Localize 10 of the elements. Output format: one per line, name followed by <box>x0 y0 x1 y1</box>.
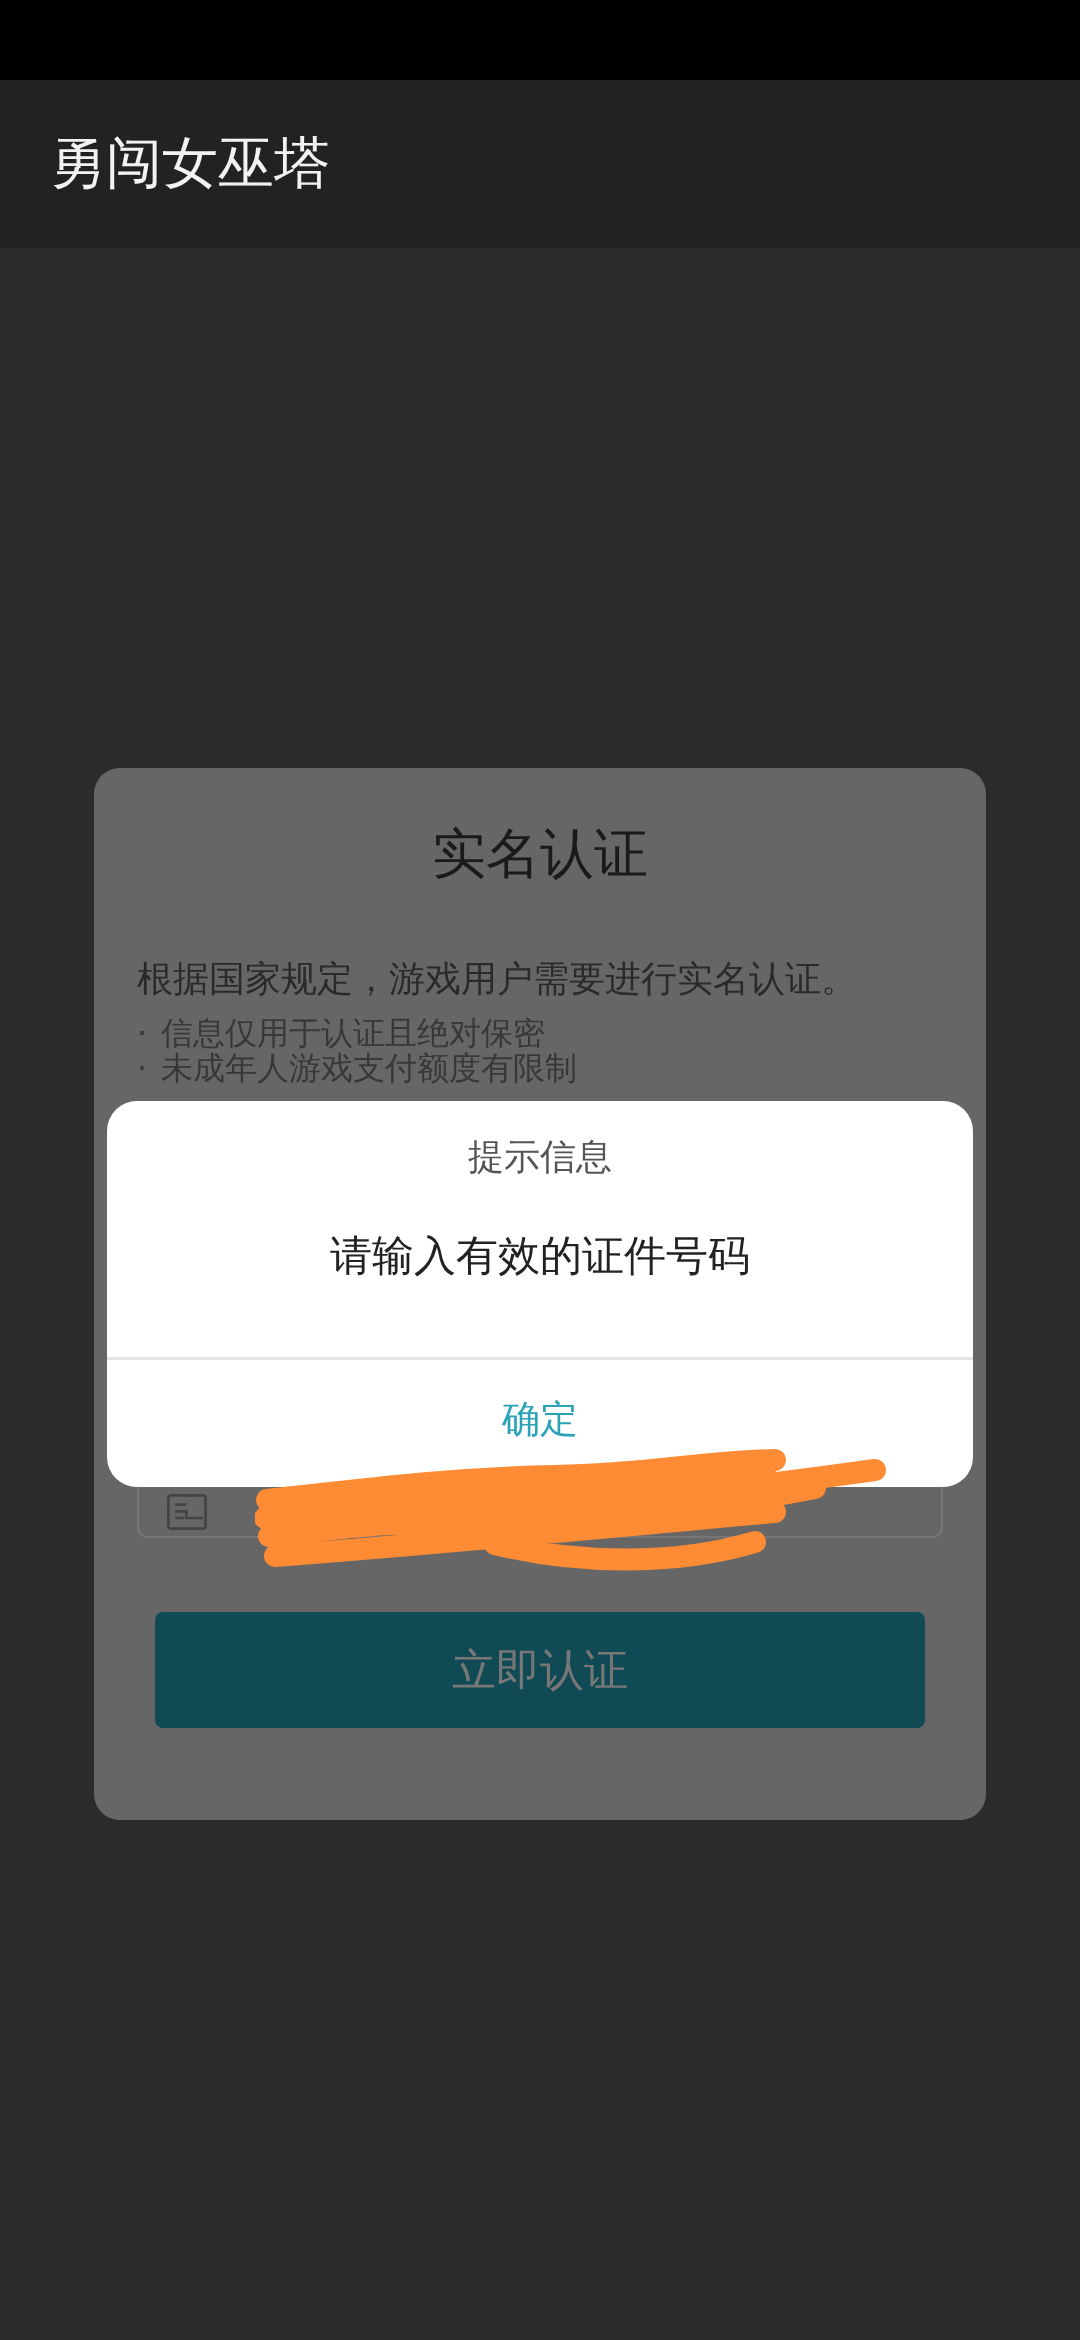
id-card-icon <box>167 1494 207 1531</box>
confirm-button[interactable]: 确定 <box>486 1390 594 1449</box>
alert-title: 提示信息 <box>468 1135 612 1179</box>
bullet: · <box>137 1016 148 1052</box>
alert-message: 请输入有效的证件号码 <box>330 1230 750 1282</box>
bullet: · <box>137 1051 148 1087</box>
intro-text: 根据国家规定，游戏用户需要进行实名认证。 <box>137 957 858 1001</box>
card-title: 实名认证 <box>432 821 648 887</box>
app-title: 勇闯女巫塔 <box>50 129 330 197</box>
verify-button[interactable]: 立即认证 <box>155 1612 925 1729</box>
